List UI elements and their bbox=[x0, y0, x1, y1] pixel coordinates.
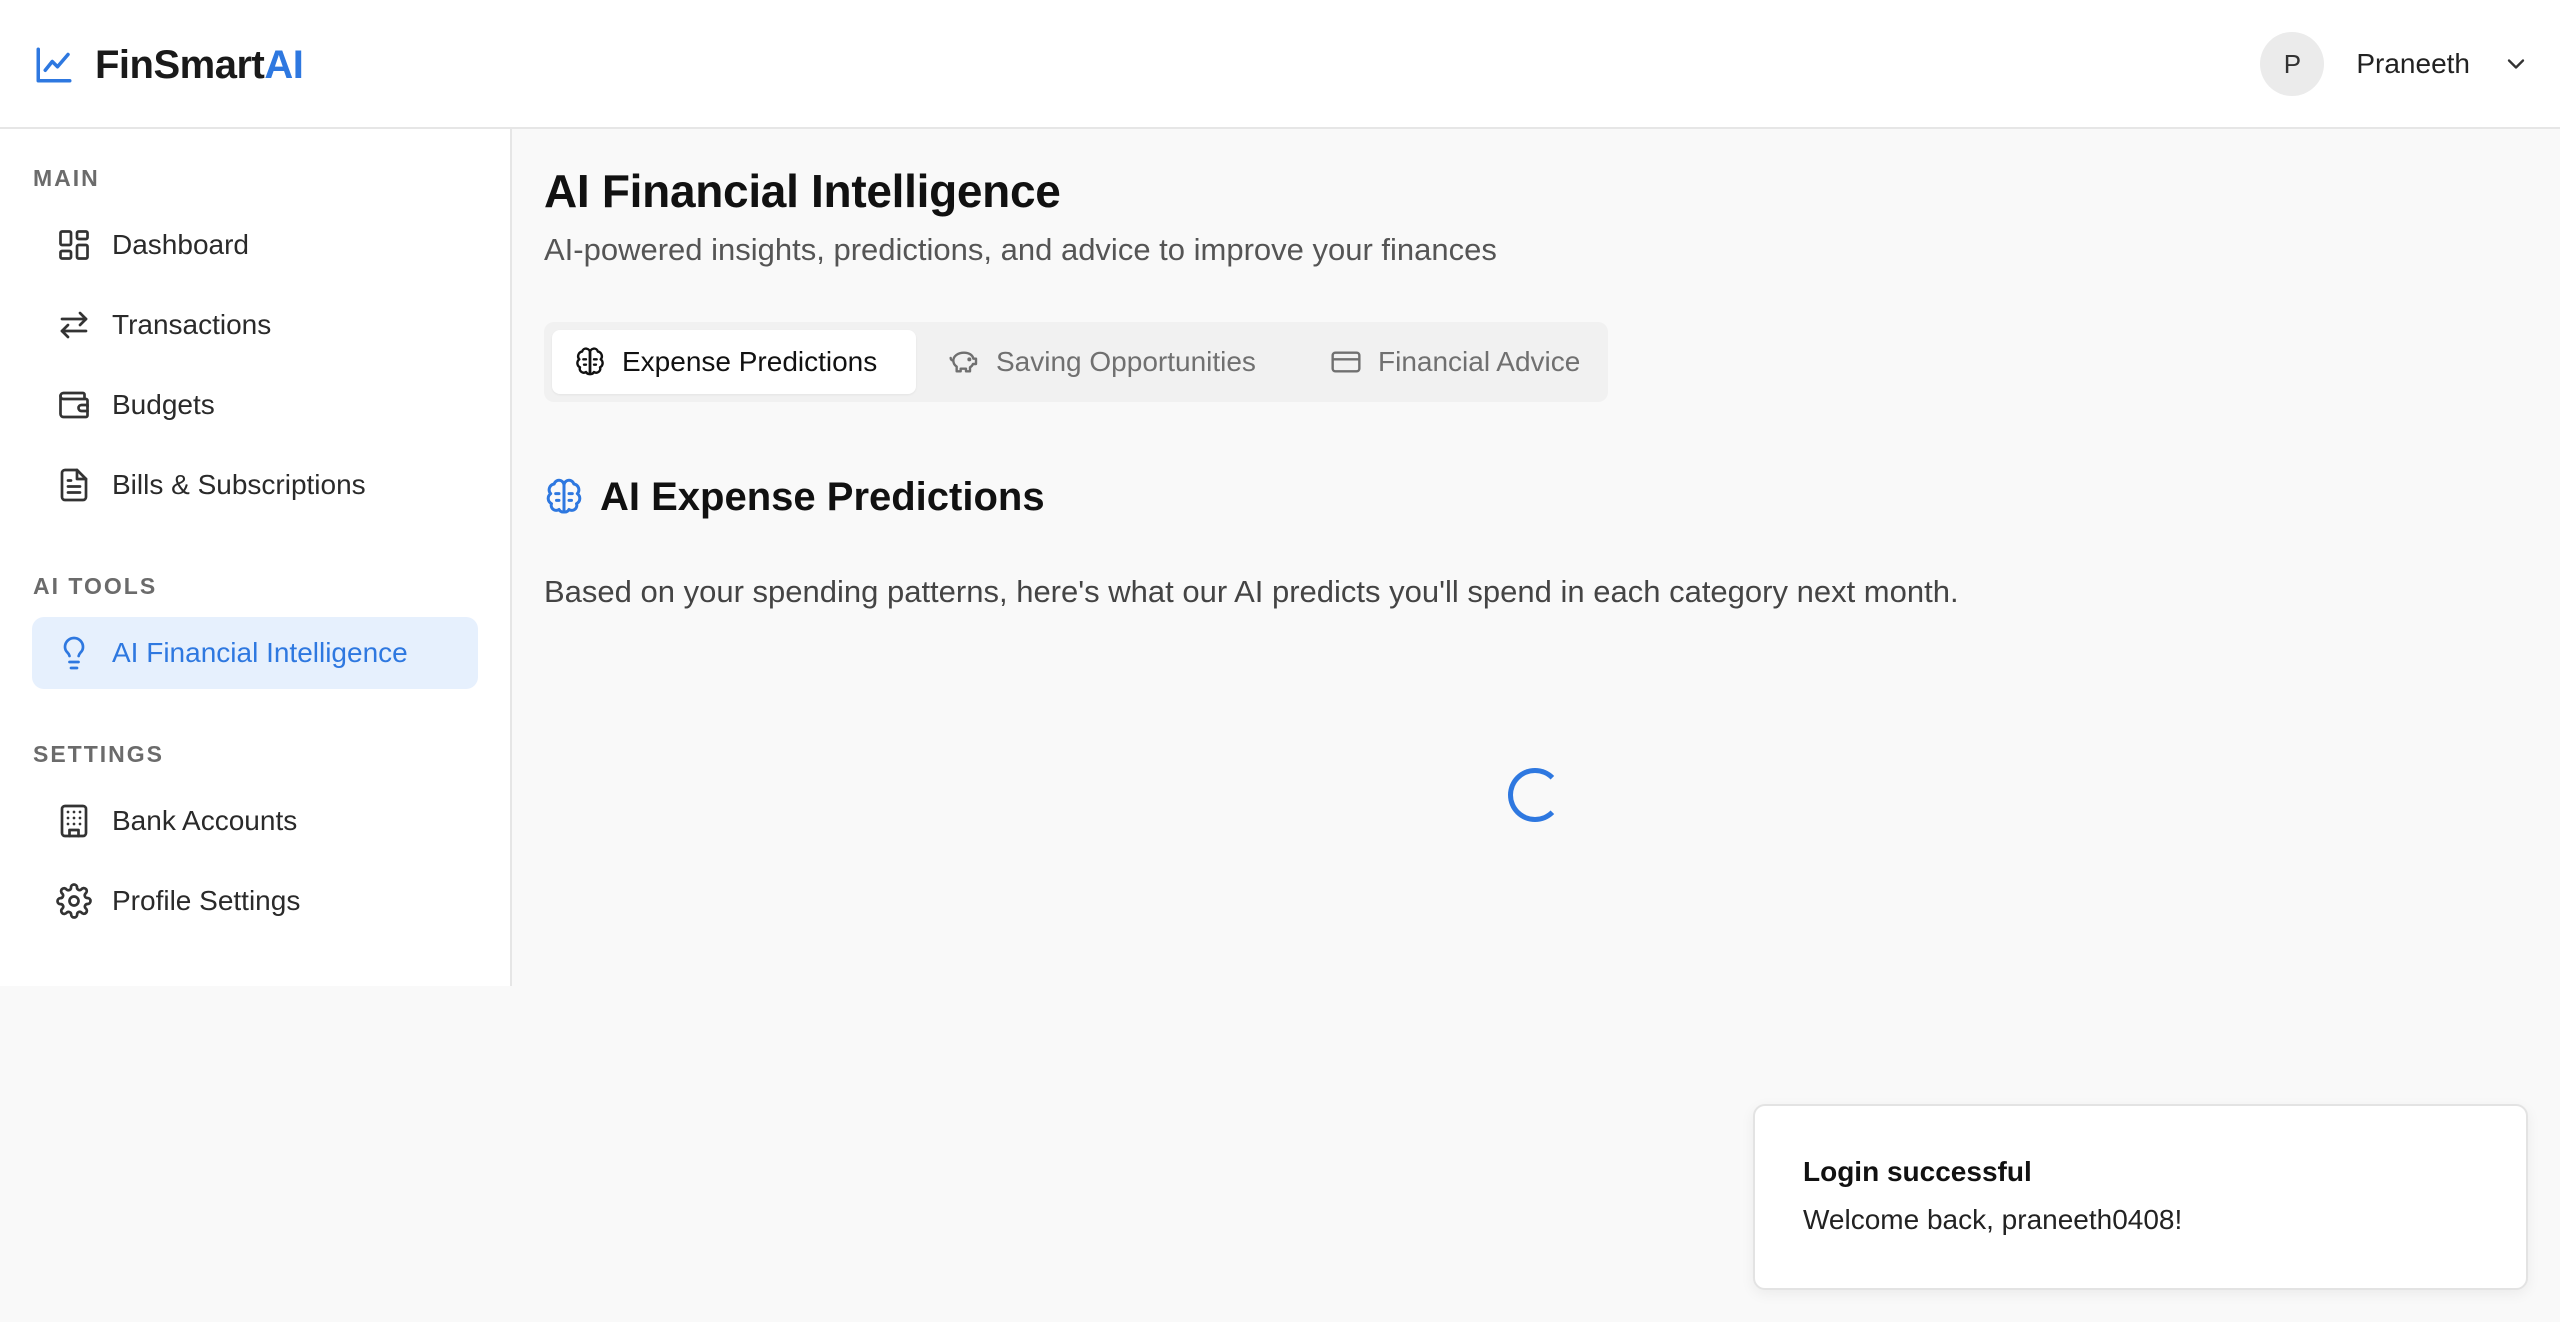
dashboard-grid-icon bbox=[59, 230, 89, 260]
sidebar-item-label: Bank Accounts bbox=[112, 805, 298, 836]
page-title: AI Financial Intelligence bbox=[544, 165, 1061, 217]
building-icon bbox=[60, 804, 88, 838]
tab-label: Financial Advice bbox=[1378, 346, 1581, 377]
tab-financial-advice[interactable]: Financial Advice bbox=[1308, 330, 1604, 394]
tab-label: Saving Opportunities bbox=[996, 346, 1256, 377]
sidebar-item-label: Dashboard bbox=[112, 229, 249, 260]
toast-title: Login successful bbox=[1803, 1156, 2032, 1187]
toast-notification[interactable]: Login successful Welcome back, praneeth0… bbox=[1753, 1104, 2528, 1290]
chevron-down-icon[interactable] bbox=[2502, 50, 2530, 78]
sidebar-item-label: Bills & Subscriptions bbox=[112, 469, 366, 500]
section-header: AI Expense Predictions bbox=[544, 470, 1045, 524]
brain-icon bbox=[546, 478, 582, 514]
tab-expense-predictions[interactable]: Expense Predictions bbox=[552, 330, 916, 394]
section-description: Based on your spending patterns, here's … bbox=[544, 574, 1959, 609]
sidebar-item-profile-settings[interactable]: Profile Settings bbox=[32, 865, 478, 937]
sidebar-item-transactions[interactable]: Transactions bbox=[32, 289, 478, 361]
tab-saving-opportunities[interactable]: Saving Opportunities bbox=[926, 330, 1298, 394]
sidebar-item-label: Budgets bbox=[112, 389, 215, 420]
transfer-arrows-icon bbox=[60, 311, 88, 339]
brand-logo[interactable]: FinSmartAI bbox=[33, 38, 304, 92]
sidebar-item-ai-financial-intelligence[interactable]: AI Financial Intelligence bbox=[32, 617, 478, 689]
brand-name-accent: AI bbox=[264, 42, 304, 87]
sidebar: MAIN Dashboard Transactions Budgets Bill… bbox=[0, 129, 512, 986]
top-header: FinSmartAI P Praneeth bbox=[0, 0, 2560, 129]
user-name[interactable]: Praneeth bbox=[2356, 48, 2470, 80]
lightbulb-icon bbox=[63, 636, 85, 670]
gear-icon bbox=[56, 883, 92, 919]
user-menu[interactable]: P Praneeth bbox=[2260, 32, 2530, 96]
brain-icon bbox=[576, 347, 604, 376]
sidebar-item-bills[interactable]: Bills & Subscriptions bbox=[32, 449, 478, 521]
section-title: AI Expense Predictions bbox=[600, 474, 1045, 519]
page-subtitle: AI-powered insights, predictions, and ad… bbox=[544, 232, 1497, 267]
tab-label: Expense Predictions bbox=[622, 346, 878, 377]
sidebar-section-main: MAIN bbox=[33, 165, 100, 191]
toast-message: Welcome back, praneeth0408! bbox=[1803, 1204, 2183, 1235]
sidebar-section-settings: SETTINGS bbox=[33, 741, 165, 767]
tab-list: Expense Predictions Saving Opportunities… bbox=[544, 322, 1608, 402]
piggy-bank-icon bbox=[949, 351, 978, 373]
sidebar-item-label: Profile Settings bbox=[112, 885, 301, 916]
credit-card-icon bbox=[1331, 351, 1361, 373]
document-icon bbox=[60, 468, 88, 502]
wallet-icon bbox=[59, 391, 89, 419]
sidebar-item-budgets[interactable]: Budgets bbox=[32, 369, 478, 441]
brand-name: FinSmartAI bbox=[95, 42, 304, 88]
line-chart-icon bbox=[36, 47, 72, 83]
sidebar-item-bank-accounts[interactable]: Bank Accounts bbox=[32, 785, 478, 857]
loading-spinner bbox=[1508, 768, 1562, 822]
sidebar-section-ai-tools: AI TOOLS bbox=[33, 573, 158, 599]
sidebar-item-label: Transactions bbox=[112, 309, 272, 340]
avatar[interactable]: P bbox=[2260, 32, 2325, 96]
sidebar-item-dashboard[interactable]: Dashboard bbox=[32, 209, 478, 281]
brand-name-main: FinSmart bbox=[95, 42, 265, 87]
sidebar-item-label: AI Financial Intelligence bbox=[112, 637, 408, 668]
